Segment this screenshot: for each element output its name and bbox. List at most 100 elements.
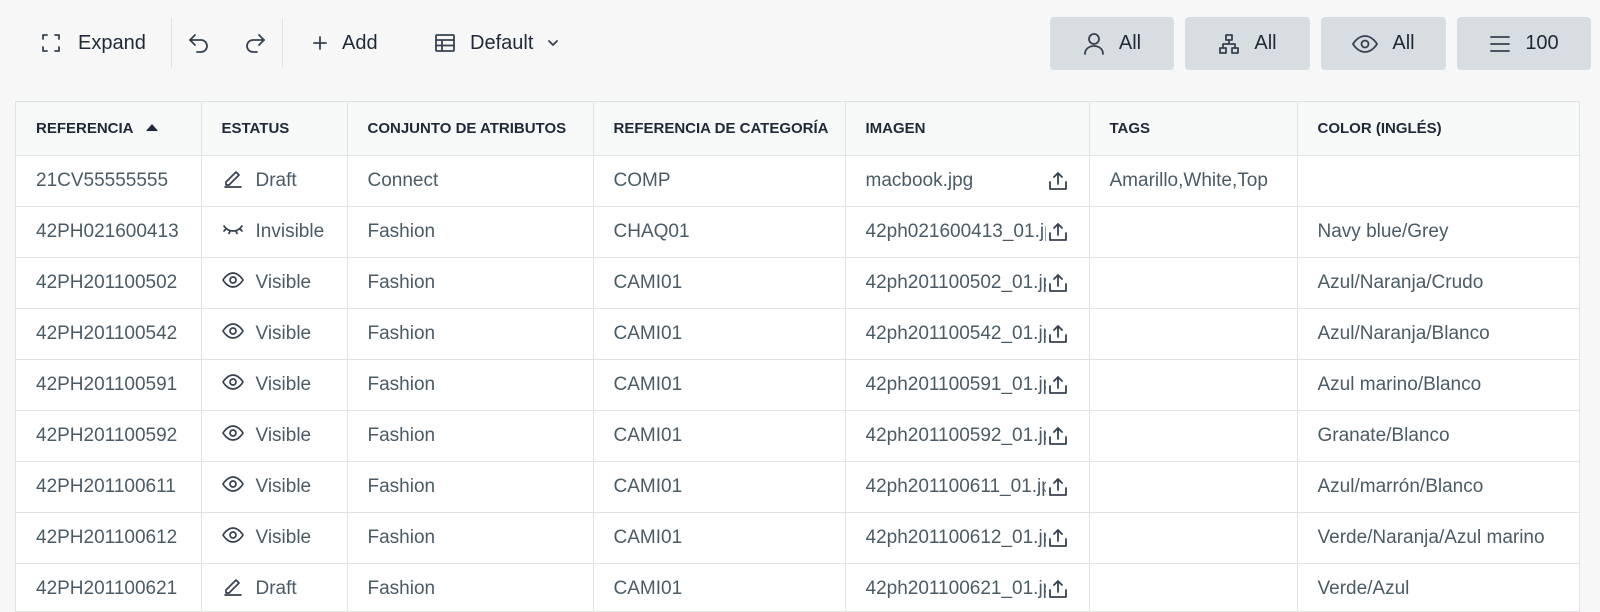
cell-referencia-de-categoria[interactable]: COMP [593,155,846,207]
upload-icon[interactable] [1047,221,1069,243]
cell-color[interactable]: Navy blue/Grey [1297,206,1579,258]
table-row[interactable]: 42PH201100611 Visible Fashion CAMI01 42ph201… [16,461,1579,513]
cell-color[interactable]: Granate/Blanco [1297,410,1579,462]
cell-imagen[interactable]: macbook.jpg [845,155,1090,207]
cell-referencia[interactable]: 42PH201100542 [16,308,202,360]
cell-estatus[interactable]: Visible [201,512,348,564]
column-header-tags[interactable]: TAGS [1089,102,1298,156]
cell-tags[interactable] [1089,563,1298,611]
cell-conjunto-de-atributos[interactable]: Fashion [347,206,594,258]
cell-referencia[interactable]: 42PH201100621 [16,563,202,611]
cell-referencia[interactable]: 42PH201100611 [16,461,202,513]
table-row[interactable]: 42PH201100592 Visible Fashion CAMI01 42ph201… [16,410,1579,462]
column-header-conjunto-de-atributos[interactable]: CONJUNTO DE ATRIBUTOS [347,102,594,156]
cell-referencia-de-categoria[interactable]: CAMI01 [593,410,846,462]
cell-color[interactable]: Verde/Naranja/Azul marino [1297,512,1579,564]
visibility-filter-label: All [1392,32,1415,54]
cell-referencia-de-categoria[interactable]: CAMI01 [593,563,846,611]
table-row[interactable]: 42PH201100612 Visible Fashion CAMI01 42ph201… [16,512,1579,564]
cell-tags[interactable] [1089,359,1298,411]
owner-filter-button[interactable]: All [1050,17,1174,70]
cell-referencia[interactable]: 42PH201100612 [16,512,202,564]
cell-referencia-de-categoria[interactable]: CHAQ01 [593,206,846,258]
cell-estatus[interactable]: Visible [201,257,348,309]
cell-estatus[interactable]: Draft [201,155,348,207]
page-size-button[interactable]: 100 [1457,17,1591,70]
cell-referencia[interactable]: 42PH201100502 [16,257,202,309]
table-row[interactable]: 42PH021600413 Invisible Fashion CHAQ01 42ph0… [16,206,1579,258]
cell-referencia[interactable]: 42PH201100592 [16,410,202,462]
upload-icon[interactable] [1047,272,1069,294]
category-filter-button[interactable]: All [1185,17,1310,70]
cell-imagen[interactable]: 42ph201100502_01.jpg [845,257,1090,309]
add-button[interactable]: Add [310,20,378,66]
table-row[interactable]: 42PH201100621 Draft Fashion CAMI01 42ph20110… [16,563,1579,611]
upload-icon[interactable] [1047,323,1069,345]
cell-referencia-de-categoria[interactable]: CAMI01 [593,257,846,309]
redo-icon [246,34,265,53]
upload-icon[interactable] [1047,425,1069,447]
upload-icon[interactable] [1047,170,1069,192]
cell-color[interactable]: Azul/Naranja/Crudo [1297,257,1579,309]
column-header-imagen[interactable]: IMAGEN [845,102,1090,156]
table-row[interactable]: 42PH201100591 Visible Fashion CAMI01 42ph201… [16,359,1579,411]
cell-conjunto-de-atributos[interactable]: Fashion [347,512,594,564]
cell-color[interactable]: Azul marino/Blanco [1297,359,1579,411]
cell-referencia-de-categoria[interactable]: CAMI01 [593,512,846,564]
cell-tags[interactable] [1089,257,1298,309]
cell-conjunto-de-atributos[interactable]: Fashion [347,257,594,309]
cell-estatus[interactable]: Visible [201,410,348,462]
cell-conjunto-de-atributos[interactable]: Fashion [347,359,594,411]
cell-conjunto-de-atributos[interactable]: Connect [347,155,594,207]
cell-conjunto-de-atributos[interactable]: Fashion [347,308,594,360]
cell-estatus[interactable]: Invisible [201,206,348,258]
cell-referencia-de-categoria[interactable]: CAMI01 [593,308,846,360]
cell-referencia[interactable]: 42PH021600413 [16,206,202,258]
cell-conjunto-de-atributos[interactable]: Fashion [347,461,594,513]
cell-estatus[interactable]: Visible [201,308,348,360]
table-row[interactable]: 21CV55555555 Draft Connect COMP macbook.jpg A… [16,155,1579,207]
upload-icon[interactable] [1047,476,1069,498]
cell-imagen[interactable]: 42ph201100611_01.jpg [845,461,1090,513]
cell-imagen[interactable]: 42ph201100612_01.jpg [845,512,1090,564]
upload-icon[interactable] [1047,527,1069,549]
cell-imagen[interactable]: 42ph021600413_01.jpg [845,206,1090,258]
table-row[interactable]: 42PH201100502 Visible Fashion CAMI01 42ph201… [16,257,1579,309]
cell-imagen[interactable]: 42ph201100621_01.jpg [845,563,1090,611]
view-select[interactable]: Default [434,20,561,66]
cell-color[interactable]: Azul/marrón/Blanco [1297,461,1579,513]
cell-color[interactable]: Verde/Azul [1297,563,1579,611]
cell-referencia-de-categoria[interactable]: CAMI01 [593,359,846,411]
cell-imagen[interactable]: 42ph201100591_01.jpg [845,359,1090,411]
column-header-estatus[interactable]: ESTATUS [201,102,348,156]
column-header-referencia-de-categoria[interactable]: REFERENCIA DE CATEGORÍA [593,102,846,156]
cell-referencia[interactable]: 42PH201100591 [16,359,202,411]
cell-imagen[interactable]: 42ph201100592_01.jpg [845,410,1090,462]
cell-imagen[interactable]: 42ph201100542_01.jpg [845,308,1090,360]
column-header-referencia[interactable]: REFERENCIA [16,102,202,156]
cell-referencia[interactable]: 21CV55555555 [16,155,202,207]
undo-button[interactable] [186,20,212,66]
column-header-color[interactable]: COLOR (INGLÉS) [1297,102,1579,156]
pencil-icon [222,575,256,603]
cell-tags[interactable] [1089,410,1298,462]
table-row[interactable]: 42PH201100542 Visible Fashion CAMI01 42ph201… [16,308,1579,360]
cell-estatus[interactable]: Visible [201,359,348,411]
upload-icon[interactable] [1047,374,1069,396]
expand-button[interactable]: Expand [40,20,146,66]
visibility-filter-button[interactable]: All [1321,17,1446,70]
cell-estatus[interactable]: Visible [201,461,348,513]
upload-icon[interactable] [1047,578,1069,600]
redo-button[interactable] [242,20,268,66]
cell-tags[interactable]: Amarillo,White,Top [1089,155,1298,207]
cell-tags[interactable] [1089,512,1298,564]
cell-tags[interactable] [1089,308,1298,360]
cell-color[interactable] [1297,155,1579,207]
cell-estatus[interactable]: Draft [201,563,348,611]
cell-tags[interactable] [1089,461,1298,513]
cell-conjunto-de-atributos[interactable]: Fashion [347,410,594,462]
cell-referencia-de-categoria[interactable]: CAMI01 [593,461,846,513]
cell-conjunto-de-atributos[interactable]: Fashion [347,563,594,611]
cell-tags[interactable] [1089,206,1298,258]
cell-color[interactable]: Azul/Naranja/Blanco [1297,308,1579,360]
